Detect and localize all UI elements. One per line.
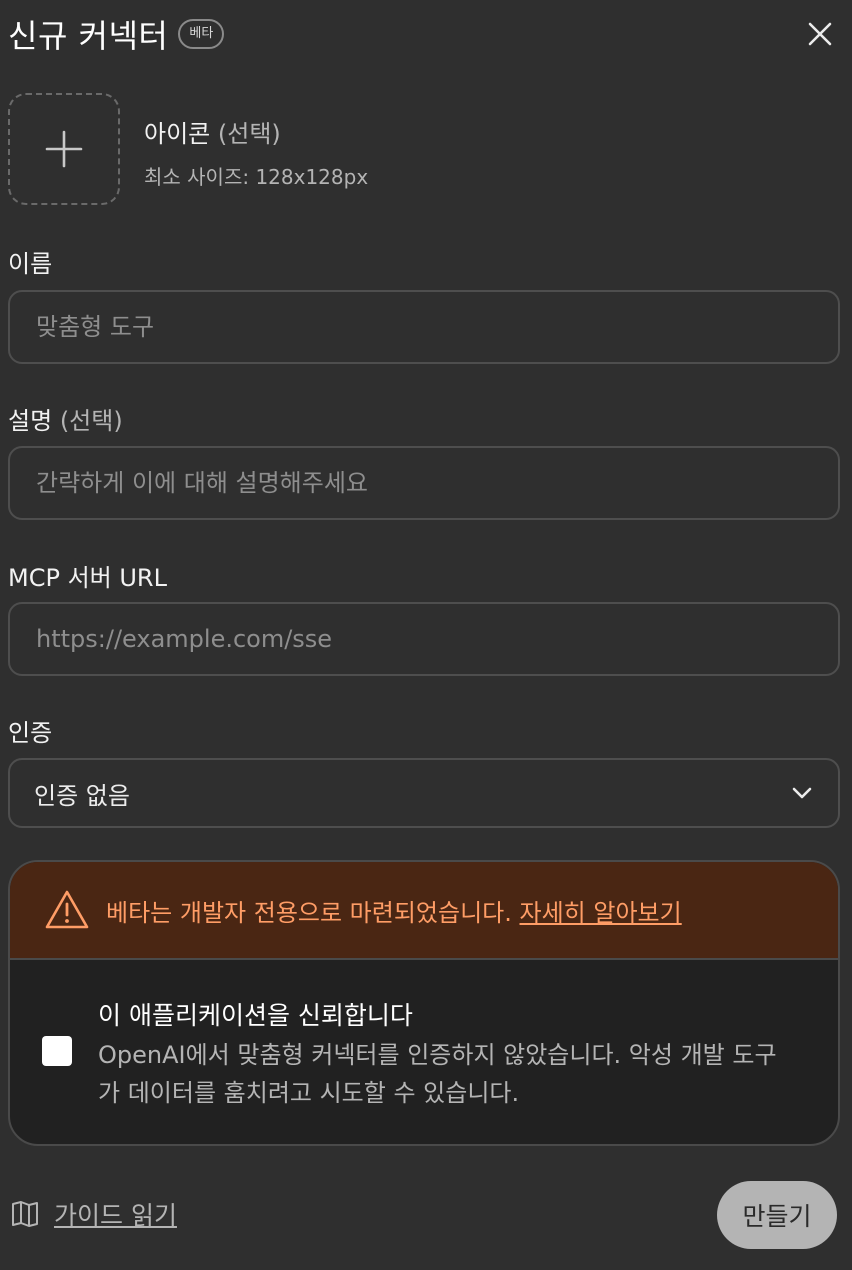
trust-checkbox[interactable] <box>42 1036 72 1066</box>
dialog-header: 신규 커넥터 베타 <box>8 10 840 58</box>
trust-description: OpenAI에서 맞춤형 커넥터를 인증하지 않았습니다. 악성 개발 도구가 … <box>98 1041 777 1107</box>
dialog-title: 신규 커넥터 <box>8 17 169 55</box>
icon-upload-button[interactable] <box>8 93 120 205</box>
chevron-down-icon <box>792 787 812 799</box>
description-label-text: 설명 <box>8 407 53 435</box>
learn-more-link[interactable]: 자세히 알아보기 <box>520 899 682 927</box>
plus-icon <box>45 130 83 168</box>
name-input[interactable] <box>34 312 814 342</box>
icon-upload-title: 아이콘 (선택) <box>144 114 281 149</box>
trust-row: 이 애플리케이션을 신뢰합니다 OpenAI에서 맞춤형 커넥터를 인증하지 않… <box>10 960 838 1144</box>
url-field[interactable] <box>8 602 840 676</box>
url-input[interactable] <box>34 624 814 654</box>
description-field[interactable] <box>8 446 840 520</box>
guide-link-label: 가이드 읽기 <box>54 1201 177 1230</box>
guide-link[interactable]: 가이드 읽기 <box>10 1196 177 1232</box>
auth-select[interactable]: 인증 없음 <box>8 758 840 828</box>
icon-size-hint: 최소 사이즈: 128x128px <box>144 165 369 189</box>
warning-message: 베타는 개발자 전용으로 마련되었습니다. 자세히 알아보기 <box>106 893 682 928</box>
optional-tag: (선택) <box>217 120 281 148</box>
beta-warning-card: 베타는 개발자 전용으로 마련되었습니다. 자세히 알아보기 이 애플리케이션을… <box>8 860 840 1146</box>
trust-title: 이 애플리케이션을 신뢰합니다 <box>98 1001 413 1030</box>
warning-icon <box>45 890 89 929</box>
icon-title-text: 아이콘 <box>144 120 211 148</box>
auth-label: 인증 <box>8 719 53 747</box>
url-label: MCP 서버 URL <box>8 564 167 592</box>
description-input[interactable] <box>34 468 814 498</box>
description-label: 설명 (선택) <box>8 401 123 436</box>
warning-text: 베타는 개발자 전용으로 마련되었습니다. <box>106 898 512 927</box>
book-icon <box>12 1201 38 1227</box>
name-field[interactable] <box>8 290 840 364</box>
warning-banner: 베타는 개발자 전용으로 마련되었습니다. 자세히 알아보기 <box>10 862 838 960</box>
create-button[interactable]: 만들기 <box>717 1181 837 1249</box>
name-label: 이름 <box>8 250 53 278</box>
beta-badge: 베타 <box>178 19 225 49</box>
optional-tag: (선택) <box>59 407 123 435</box>
close-icon[interactable] <box>804 18 836 50</box>
auth-select-value: 인증 없음 <box>34 781 130 810</box>
